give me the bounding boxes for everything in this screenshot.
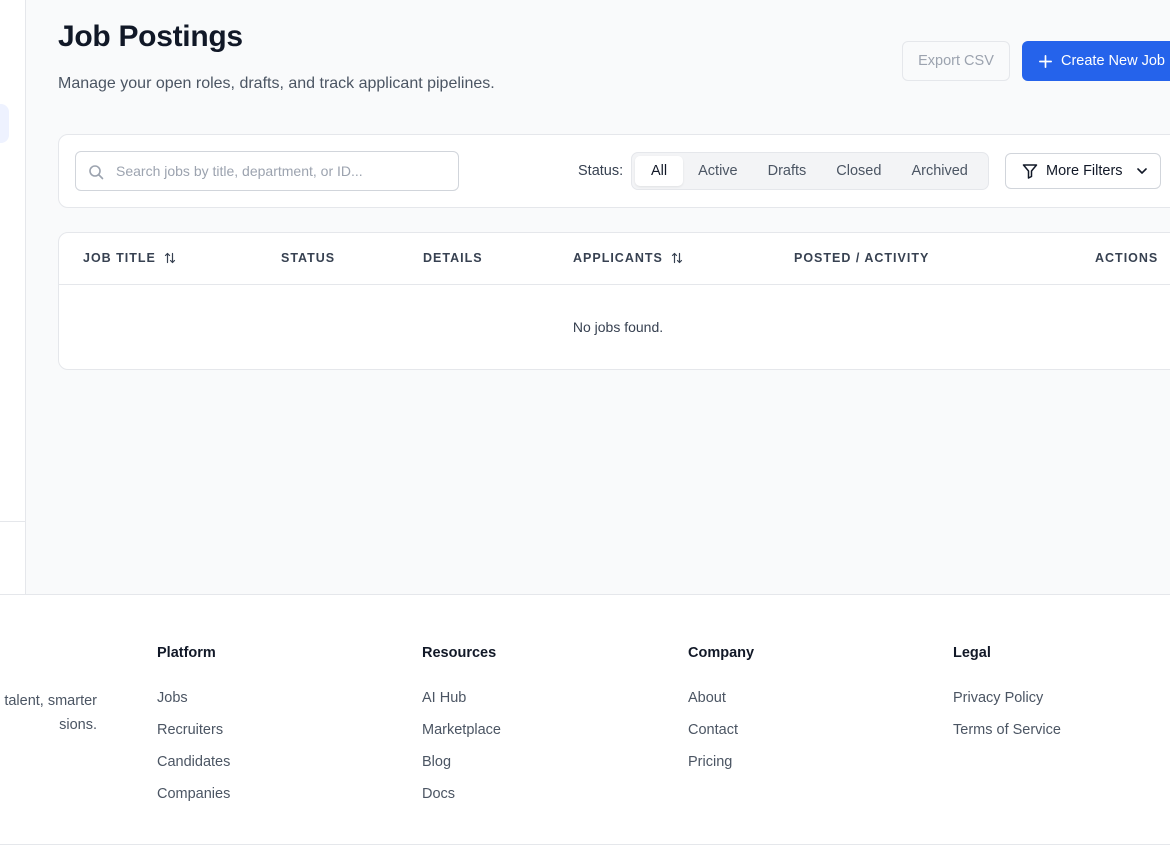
column-header-job-title[interactable]: JOB TITLE <box>83 251 176 265</box>
footer-column-company: Company About Contact Pricing <box>688 645 754 785</box>
page-subtitle: Manage your open roles, drafts, and trac… <box>58 75 495 92</box>
export-csv-button[interactable]: Export CSV <box>902 41 1010 81</box>
column-header-applicants[interactable]: APPLICANTS <box>573 251 683 265</box>
status-tab-drafts[interactable]: Drafts <box>753 156 822 186</box>
status-tab-active[interactable]: Active <box>683 156 753 186</box>
filter-icon <box>1022 164 1038 179</box>
chevron-down-icon <box>1136 168 1147 174</box>
sort-icon <box>671 252 682 264</box>
footer-column-resources: Resources AI Hub Marketplace Blog Docs <box>422 645 501 817</box>
search-icon <box>89 165 104 180</box>
footer-bottom-divider <box>0 844 1170 845</box>
footer-heading-platform: Platform <box>157 645 216 661</box>
footer-link-terms-of-service[interactable]: Terms of Service <box>953 721 1061 753</box>
footer-link-about[interactable]: About <box>688 689 754 721</box>
sort-icon <box>164 252 176 264</box>
app-root: Job Postings Manage your open roles, dra… <box>0 0 1170 860</box>
footer-link-contact[interactable]: Contact <box>688 721 754 753</box>
sidebar-active-item[interactable] <box>0 104 9 143</box>
sidebar <box>0 0 26 594</box>
footer-link-companies[interactable]: Companies <box>157 785 230 817</box>
column-header-details: DETAILS <box>423 251 483 265</box>
footer-column-legal: Legal Privacy Policy Terms of Service <box>953 645 1061 753</box>
footer-link-ai-hub[interactable]: AI Hub <box>422 689 501 721</box>
site-footer: l talent, smarter sions. Platform Jobs R… <box>0 594 1170 860</box>
page-title: Job Postings <box>58 20 243 53</box>
footer-heading-legal: Legal <box>953 645 991 661</box>
sidebar-divider <box>0 521 26 522</box>
column-header-actions: ACTIONS <box>1095 251 1159 265</box>
footer-link-candidates[interactable]: Candidates <box>157 753 230 785</box>
footer-link-marketplace[interactable]: Marketplace <box>422 721 501 753</box>
create-new-job-button[interactable]: Create New Job <box>1022 41 1170 81</box>
plus-icon <box>1039 54 1052 68</box>
status-filter-tabs: All Active Drafts Closed Archived <box>631 152 989 190</box>
footer-link-blog[interactable]: Blog <box>422 753 501 785</box>
footer-heading-company: Company <box>688 645 755 661</box>
more-filters-label: More Filters <box>1046 163 1123 179</box>
search-box <box>75 151 459 191</box>
column-header-posted-activity: POSTED / ACTIVITY <box>794 251 930 265</box>
footer-link-recruiters[interactable]: Recruiters <box>157 721 230 753</box>
more-filters-button[interactable]: More Filters <box>1005 153 1161 189</box>
footer-heading-resources: Resources <box>422 645 497 661</box>
empty-state-message: No jobs found. <box>572 319 664 335</box>
create-new-job-label: Create New Job <box>1061 53 1165 69</box>
status-tab-closed[interactable]: Closed <box>821 156 896 186</box>
table-header-divider <box>59 284 1170 285</box>
status-tab-archived[interactable]: Archived <box>896 156 982 186</box>
search-input[interactable] <box>76 152 458 190</box>
footer-link-pricing[interactable]: Pricing <box>688 753 754 785</box>
footer-link-jobs[interactable]: Jobs <box>157 689 230 721</box>
footer-column-platform: Platform Jobs Recruiters Candidates Comp… <box>157 645 230 817</box>
status-tab-all[interactable]: All <box>635 156 684 186</box>
status-label: Status: <box>578 163 624 179</box>
footer-tagline: l talent, smarter sions. <box>0 693 97 733</box>
main-content: Job Postings Manage your open roles, dra… <box>26 0 1170 594</box>
column-header-status: STATUS <box>281 251 336 265</box>
filter-bar: Status: All Active Drafts Closed Archive… <box>58 134 1170 208</box>
footer-link-privacy-policy[interactable]: Privacy Policy <box>953 689 1061 721</box>
footer-link-docs[interactable]: Docs <box>422 785 501 817</box>
jobs-table: JOB TITLE STATUS DETAILS APPLICANTS POST… <box>58 232 1170 370</box>
